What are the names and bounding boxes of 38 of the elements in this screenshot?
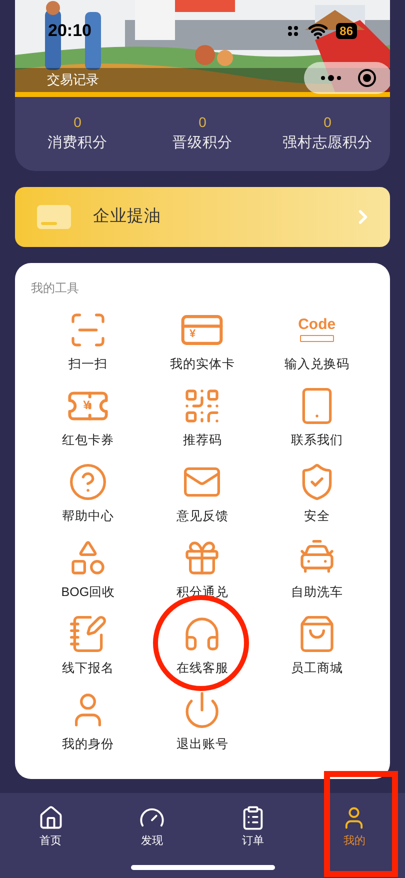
tool-item[interactable]: 推荐码 bbox=[145, 378, 260, 455]
notebook-pen-icon bbox=[68, 614, 108, 654]
tool-item[interactable]: ¥ 我的实体卡 bbox=[145, 302, 260, 379]
tool-item[interactable]: 线下报名 bbox=[31, 606, 146, 683]
points-label: 消费积分 bbox=[48, 134, 108, 153]
tool-item[interactable]: 意见反馈 bbox=[145, 454, 260, 531]
tool-item[interactable]: 联系我们 bbox=[260, 378, 374, 455]
close-icon bbox=[358, 69, 376, 87]
tab-item[interactable]: 订单 bbox=[230, 793, 276, 850]
tool-item[interactable]: 员工商城 bbox=[260, 606, 374, 683]
transactions-link[interactable]: 交易记录 bbox=[47, 70, 99, 90]
tab-item[interactable]: 我的 bbox=[331, 793, 378, 850]
tool-item[interactable]: 我的身份 bbox=[31, 682, 146, 759]
points-value: 0 bbox=[198, 113, 206, 131]
tool-item[interactable]: 扫一扫 bbox=[31, 302, 146, 379]
tool-item[interactable]: Code 输入兑换码 bbox=[260, 302, 374, 379]
tool-item[interactable]: 帮助中心 bbox=[31, 454, 146, 531]
enterprise-fuel-card[interactable]: 企业提油 bbox=[15, 186, 390, 247]
points-label: 强村志愿积分 bbox=[282, 134, 372, 153]
tab-item[interactable]: 发现 bbox=[128, 793, 175, 850]
more-icon bbox=[320, 75, 340, 81]
home-icon bbox=[38, 805, 64, 831]
points-label: 晋级积分 bbox=[172, 134, 232, 153]
tool-item[interactable]: 退出账号 bbox=[145, 682, 260, 759]
tool-item[interactable]: 自助洗车 bbox=[260, 530, 374, 607]
tool-item[interactable]: ¥ 红包卡券 bbox=[31, 378, 146, 455]
capsule-menu[interactable] bbox=[304, 62, 390, 94]
tools-title: 我的工具 bbox=[31, 280, 80, 297]
card-icon bbox=[37, 204, 71, 229]
points-value: 0 bbox=[324, 113, 332, 131]
tool-item[interactable]: BOG回收 bbox=[31, 530, 146, 607]
signal-icon bbox=[288, 26, 298, 36]
help-icon bbox=[68, 462, 108, 502]
points-value: 0 bbox=[74, 113, 82, 131]
enterprise-card-title: 企业提油 bbox=[93, 206, 161, 228]
tool-item[interactable]: 安全 bbox=[260, 454, 374, 531]
tool-item[interactable]: 在线客服 bbox=[145, 606, 260, 683]
tab-item[interactable]: 首页 bbox=[28, 793, 74, 850]
